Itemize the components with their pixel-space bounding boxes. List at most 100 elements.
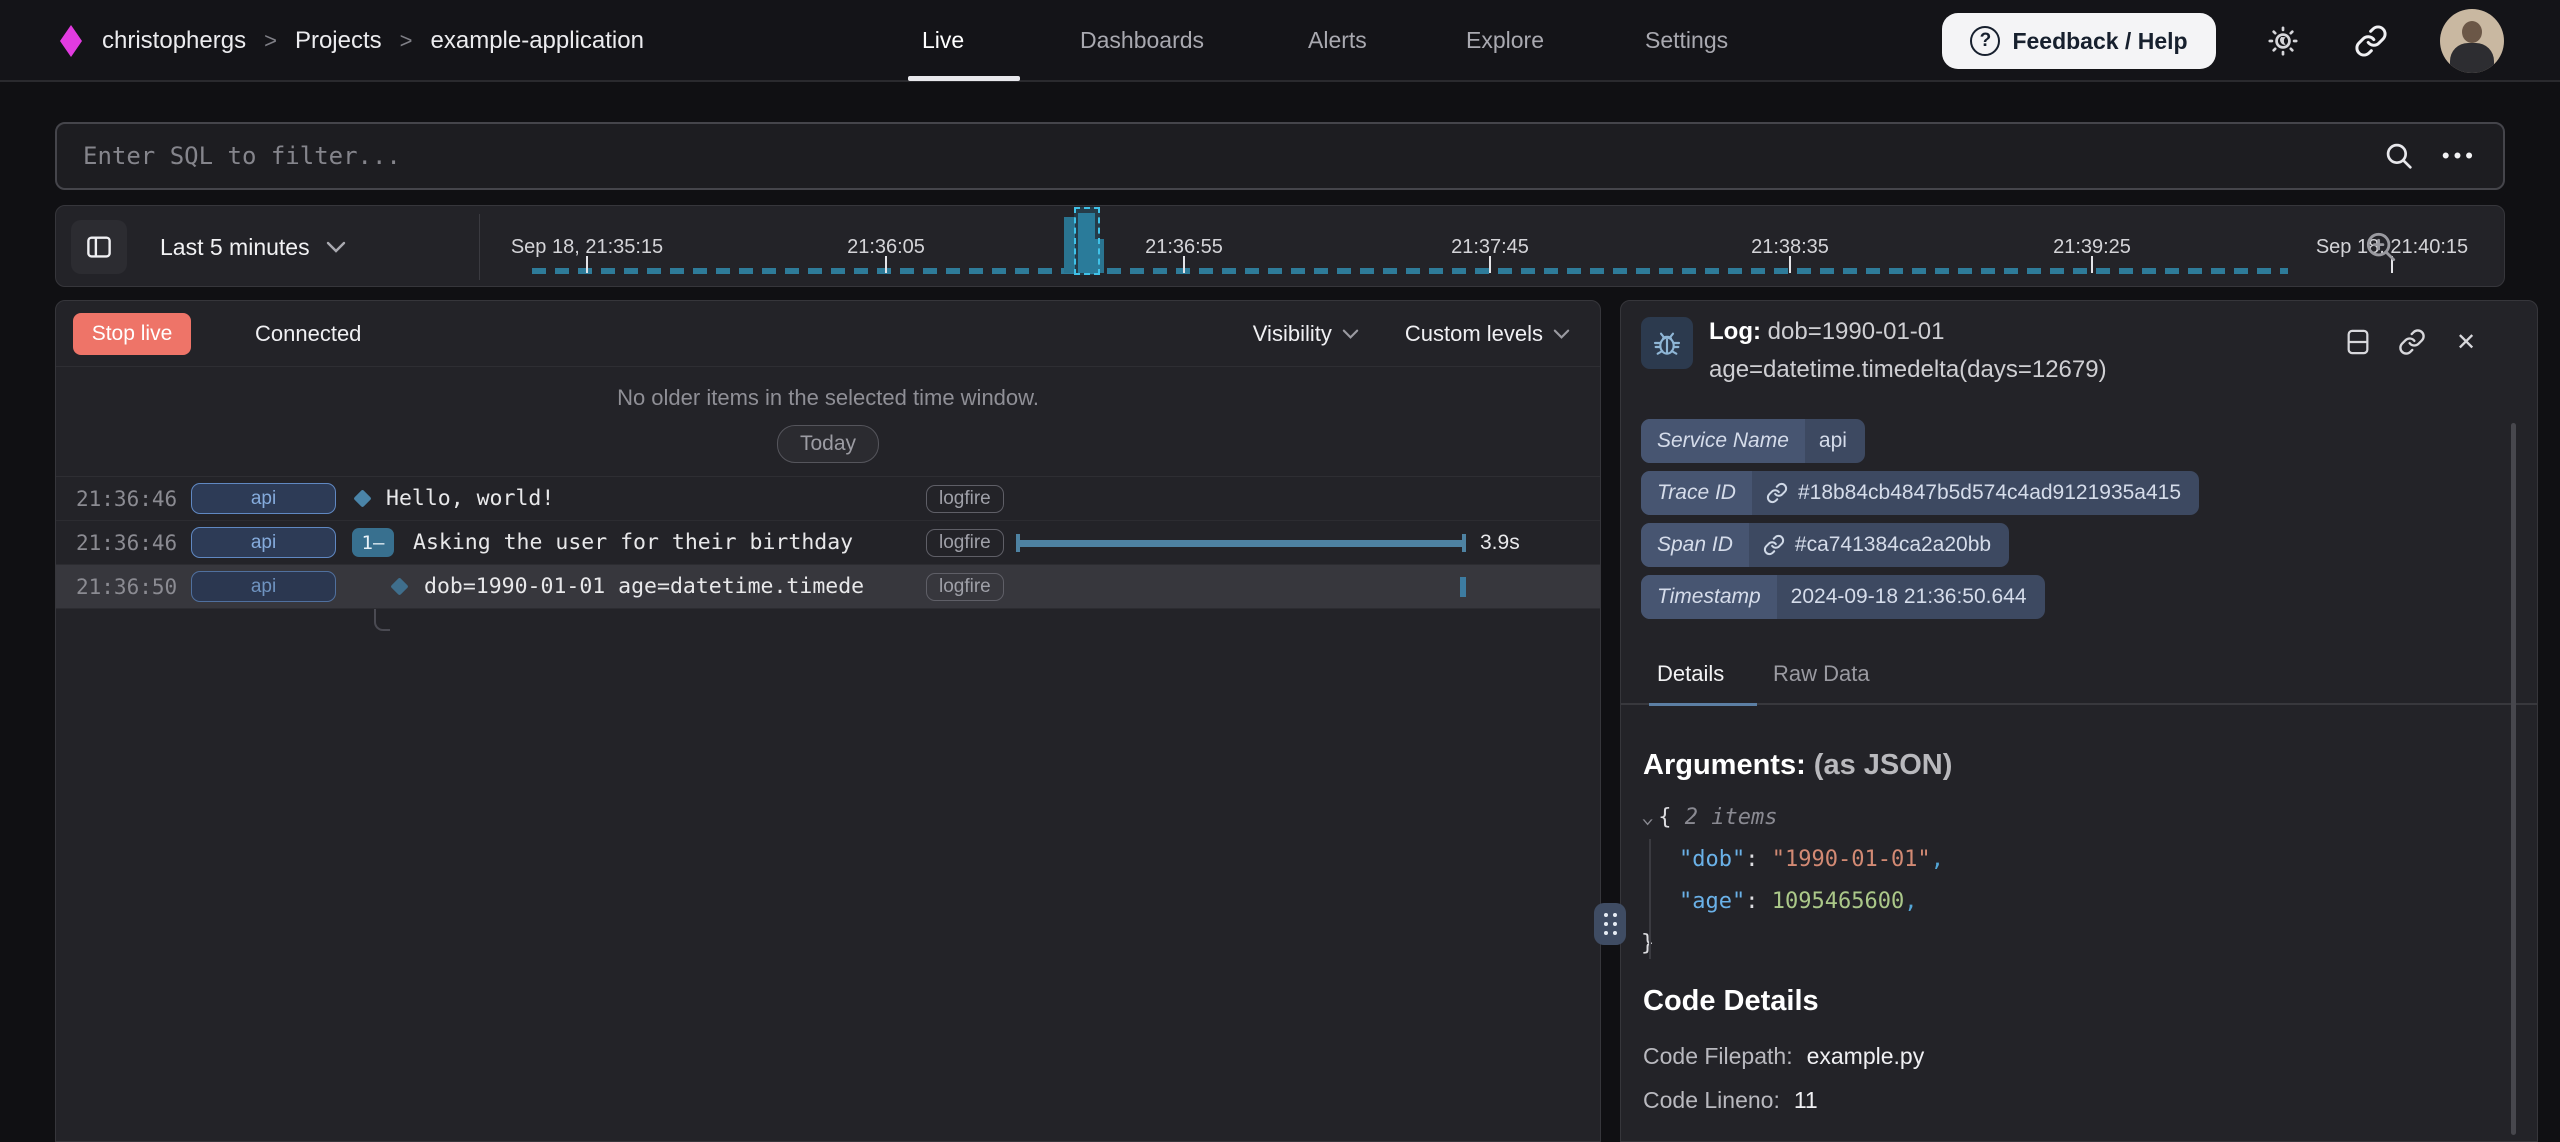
copy-link-icon[interactable] bbox=[2397, 327, 2427, 357]
debug-level-icon bbox=[1641, 317, 1693, 369]
duration-line bbox=[1016, 540, 1466, 547]
tab-dashboards[interactable]: Dashboards bbox=[1080, 0, 1204, 80]
log-details-panel: Log: dob=1990-01-01 age=datetime.timedel… bbox=[1620, 300, 2538, 1142]
log-timestamp: 21:36:46 bbox=[76, 531, 177, 555]
close-icon[interactable]: ✕ bbox=[2451, 327, 2481, 357]
timeline-tick-mark bbox=[885, 256, 887, 273]
log-message: dob=1990-01-01 age=datetime.timede bbox=[424, 574, 864, 599]
json-close-line: } bbox=[1641, 923, 1944, 965]
log-row-asking-birthday[interactable]: 21:36:46 api 1– Asking the user for thei… bbox=[56, 521, 1600, 565]
span-duration-label: 3.9s bbox=[1480, 531, 1520, 555]
log-timestamp: 21:36:50 bbox=[76, 575, 177, 599]
filter-more-menu-icon[interactable]: ••• bbox=[2442, 143, 2477, 169]
time-range-label: Last 5 minutes bbox=[160, 234, 310, 261]
log-timestamp: 21:36:46 bbox=[76, 487, 177, 511]
sql-filter-bar: ••• bbox=[55, 122, 2505, 190]
logfire-tag[interactable]: logfire bbox=[926, 573, 1004, 601]
service-badge[interactable]: api bbox=[191, 483, 336, 514]
avatar-silhouette-head bbox=[2462, 21, 2482, 43]
log-message: Hello, world! bbox=[386, 486, 554, 511]
json-open-line[interactable]: ⌄{ 2 items bbox=[1641, 797, 1944, 839]
span-id-value: #ca741384ca2a20bb bbox=[1795, 533, 1991, 557]
json-collapse-icon[interactable]: ⌄ bbox=[1641, 801, 1654, 835]
tab-alerts[interactable]: Alerts bbox=[1308, 0, 1367, 80]
tab-explore[interactable]: Explore bbox=[1466, 0, 1544, 80]
log-rows: 21:36:46 api Hello, world! logfire 21:36… bbox=[56, 477, 1600, 609]
timeline-tick-mark bbox=[1183, 256, 1185, 273]
active-tab-underline bbox=[908, 76, 1020, 81]
span-id-label: Span ID bbox=[1641, 523, 1749, 567]
details-scrollbar[interactable] bbox=[2511, 423, 2516, 1135]
service-badge[interactable]: api bbox=[191, 527, 336, 558]
split-view-icon[interactable] bbox=[2343, 327, 2373, 357]
theme-toggle-icon[interactable] bbox=[2260, 18, 2306, 64]
log-diamond-icon bbox=[353, 489, 371, 507]
arguments-heading: Arguments: (as JSON) bbox=[1643, 749, 1952, 782]
tab-live[interactable]: Live bbox=[922, 0, 964, 80]
live-log-panel: Stop live Connected Visibility Custom le… bbox=[55, 300, 1601, 1142]
tab-raw-data[interactable]: Raw Data bbox=[1773, 661, 1870, 687]
span-id-chip[interactable]: Span ID #ca741384ca2a20bb bbox=[1641, 523, 2009, 567]
user-avatar[interactable] bbox=[2440, 9, 2504, 73]
details-title-value: dob=1990-01-01 age=datetime.timedelta(da… bbox=[1709, 318, 2107, 383]
today-button[interactable]: Today bbox=[777, 425, 879, 463]
active-details-tab-underline bbox=[1649, 703, 1757, 706]
code-lineno-label: Code Lineno: bbox=[1643, 1087, 1780, 1113]
service-name-chip[interactable]: Service Name api bbox=[1641, 419, 1865, 463]
timeline-histogram[interactable]: Sep 18, 21:35:15 21:36:05 21:36:55 21:37… bbox=[486, 206, 2418, 288]
log-diamond-icon bbox=[390, 577, 408, 595]
timeline-tick-mark bbox=[2091, 256, 2093, 273]
custom-levels-dropdown[interactable]: Custom levels bbox=[1405, 321, 1570, 347]
tab-settings[interactable]: Settings bbox=[1645, 0, 1728, 80]
toggle-sidebar-icon[interactable] bbox=[71, 220, 127, 274]
json-indent-guide bbox=[1649, 839, 1651, 959]
attribute-chips: Service Name api Trace ID #18b84cb4847b5… bbox=[1641, 419, 2199, 619]
connection-status: Connected bbox=[255, 321, 361, 347]
logfire-tag[interactable]: logfire bbox=[926, 529, 1004, 557]
collapse-children-chip[interactable]: 1– bbox=[352, 528, 394, 557]
sql-filter-input[interactable] bbox=[57, 142, 2382, 170]
details-title-prefix: Log: bbox=[1709, 318, 1761, 345]
code-details-heading: Code Details bbox=[1643, 985, 1819, 1018]
visibility-dropdown[interactable]: Visibility bbox=[1253, 321, 1359, 347]
service-name-value: api bbox=[1805, 429, 1865, 453]
span-link-icon bbox=[1763, 534, 1785, 556]
details-title: Log: dob=1990-01-01 age=datetime.timedel… bbox=[1709, 313, 2339, 389]
code-filepath-label: Code Filepath: bbox=[1643, 1043, 1793, 1069]
toolbar-divider bbox=[479, 214, 480, 280]
service-badge[interactable]: api bbox=[191, 571, 336, 602]
timeline-selection-box[interactable] bbox=[1074, 207, 1100, 275]
timestamp-chip[interactable]: Timestamp 2024-09-18 21:36:50.644 bbox=[1641, 575, 2045, 619]
share-link-icon[interactable] bbox=[2348, 18, 2394, 64]
log-row-dob-selected[interactable]: 21:36:50 api dob=1990-01-01 age=datetime… bbox=[56, 565, 1600, 609]
trace-id-chip[interactable]: Trace ID #18b84cb4847b5d574c4ad9121935a4… bbox=[1641, 471, 2199, 515]
feedback-help-button[interactable]: ? Feedback / Help bbox=[1942, 13, 2216, 69]
tab-details[interactable]: Details bbox=[1657, 661, 1724, 687]
log-row-hello-world[interactable]: 21:36:46 api Hello, world! logfire bbox=[56, 477, 1600, 521]
custom-levels-label: Custom levels bbox=[1405, 321, 1543, 347]
code-filepath-value: example.py bbox=[1807, 1043, 1925, 1069]
trace-id-label: Trace ID bbox=[1641, 471, 1752, 515]
code-lineno-value: 11 bbox=[1794, 1087, 1818, 1113]
avatar-silhouette-torso bbox=[2450, 43, 2494, 73]
timeline-tick-mark bbox=[1789, 256, 1791, 273]
empty-notice-section: No older items in the selected time wind… bbox=[56, 367, 1600, 477]
json-dob-line: "dob": "1990-01-01", bbox=[1641, 839, 1944, 881]
zoom-in-icon[interactable] bbox=[2362, 228, 2400, 266]
arguments-json-tree: ⌄{ 2 items "dob": "1990-01-01", "age": 1… bbox=[1641, 797, 1944, 965]
trace-link-icon bbox=[1766, 482, 1788, 504]
timeline-tick-mark bbox=[1489, 256, 1491, 273]
arguments-heading-text: Arguments: bbox=[1643, 749, 1806, 781]
timeline-tick-mark bbox=[586, 256, 588, 273]
arguments-heading-suffix: (as JSON) bbox=[1806, 749, 1953, 781]
stop-live-button[interactable]: Stop live bbox=[73, 313, 191, 355]
live-panel-header: Stop live Connected Visibility Custom le… bbox=[56, 301, 1600, 367]
top-navigation-bar: christophergs > Projects > example-appli… bbox=[0, 0, 2560, 82]
details-tab-bar: Details Raw Data bbox=[1621, 661, 2537, 705]
logfire-tag[interactable]: logfire bbox=[926, 485, 1004, 513]
trace-id-value: #18b84cb4847b5d574c4ad9121935a415 bbox=[1798, 481, 2181, 505]
timestamp-label: Timestamp bbox=[1641, 575, 1777, 619]
panel-resize-handle[interactable] bbox=[1594, 903, 1626, 945]
time-range-dropdown[interactable]: Last 5 minutes bbox=[160, 206, 346, 288]
search-icon[interactable] bbox=[2382, 139, 2416, 173]
